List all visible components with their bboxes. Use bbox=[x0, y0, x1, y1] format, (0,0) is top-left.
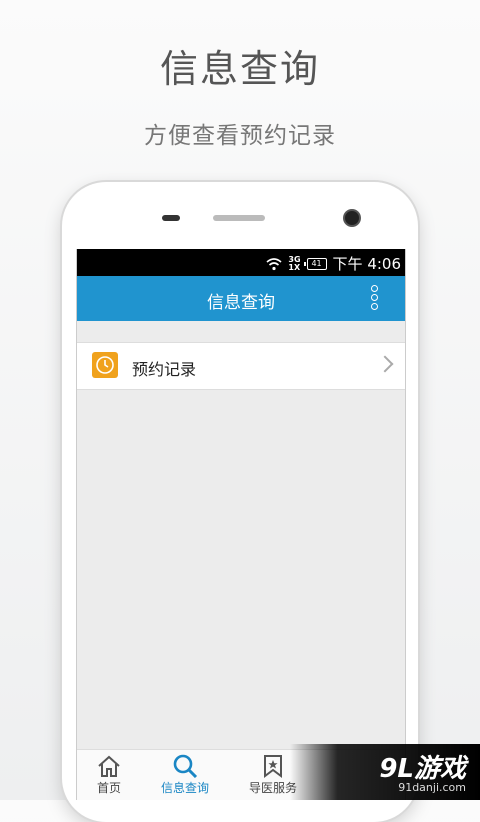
search-icon bbox=[173, 754, 198, 778]
speaker-grille bbox=[213, 215, 265, 221]
bookmark-star-icon bbox=[264, 755, 282, 778]
wifi-icon bbox=[266, 257, 282, 270]
status-time: 下午 4:06 bbox=[332, 255, 401, 273]
watermark: 9L游戏 91danji.com bbox=[290, 744, 480, 800]
list-item-appointment-records[interactable]: 预约记录 bbox=[77, 342, 405, 390]
hero-subtitle: 方便查看预约记录 bbox=[144, 123, 336, 149]
clock-icon bbox=[92, 352, 118, 378]
hero-title: 信息查询 bbox=[159, 47, 320, 91]
list-item-label: 预约记录 bbox=[132, 360, 197, 379]
tab-home[interactable]: 首页 bbox=[77, 754, 149, 796]
tab-info-query[interactable]: 信息查询 bbox=[145, 754, 225, 796]
home-icon bbox=[98, 755, 120, 777]
battery-icon: 41 bbox=[303, 257, 327, 270]
front-camera bbox=[345, 211, 359, 225]
sensor-dot bbox=[162, 215, 180, 221]
status-bar: 3G 1X 41 下午 4:06 bbox=[77, 249, 405, 276]
battery-level: 41 bbox=[311, 258, 322, 268]
phone-screen: 3G 1X 41 下午 4:06 信息查询 预约记录 首页 信息查询 导医服务 bbox=[76, 249, 406, 800]
network-type-1x: 1X bbox=[288, 262, 301, 272]
watermark-url: 91danji.com bbox=[398, 781, 466, 794]
app-bar-title: 信息查询 bbox=[207, 293, 275, 313]
tab-home-label: 首页 bbox=[96, 781, 121, 795]
tab-info-query-label: 信息查询 bbox=[160, 781, 209, 795]
signal-indicator: 3G 1X bbox=[288, 255, 301, 272]
overflow-menu-icon[interactable] bbox=[371, 285, 379, 313]
watermark-logo: 9L游戏 bbox=[379, 754, 466, 784]
chevron-right-icon bbox=[376, 355, 394, 373]
app-bar: 信息查询 bbox=[77, 276, 405, 321]
